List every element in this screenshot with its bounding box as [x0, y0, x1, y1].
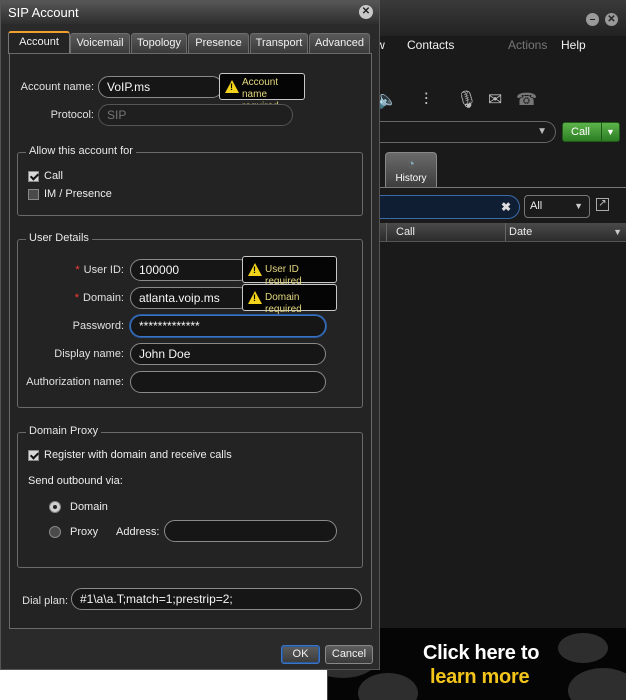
- user-id-input[interactable]: [130, 259, 250, 281]
- microphone-icon[interactable]: 🎙: [456, 90, 478, 110]
- tab-topology[interactable]: Topology: [131, 33, 187, 53]
- register-checkbox-label: Register with domain and receive calls: [44, 449, 232, 461]
- proxy-radio[interactable]: [49, 526, 61, 538]
- user-id-label: * User ID:: [18, 264, 124, 276]
- tab-history-label: History: [395, 173, 427, 184]
- display-name-input[interactable]: [130, 343, 326, 365]
- dial-plan-input[interactable]: [71, 588, 362, 610]
- menu-item-contacts[interactable]: Contacts: [407, 38, 454, 52]
- history-icon: ◔: [407, 156, 415, 171]
- banner-line-1: Click here to: [423, 642, 540, 664]
- tab-account[interactable]: Account: [8, 31, 70, 54]
- register-checkbox[interactable]: [28, 450, 39, 461]
- dialog-titlebar: SIP Account ✕: [1, 1, 379, 24]
- close-icon[interactable]: ✕: [359, 5, 373, 19]
- tab-voicemail[interactable]: Voicemail: [70, 33, 130, 53]
- warning-icon: !: [248, 262, 262, 276]
- cancel-button[interactable]: Cancel: [325, 645, 373, 664]
- warning-icon: !: [225, 79, 239, 93]
- warning-icon: !: [248, 290, 262, 304]
- address-input[interactable]: [164, 520, 337, 542]
- sort-down-icon[interactable]: ▼: [613, 227, 622, 237]
- call-button-label: Call: [571, 126, 590, 138]
- chevron-down-icon[interactable]: ▼: [537, 126, 547, 137]
- minimize-icon[interactable]: –: [586, 13, 599, 26]
- sip-account-dialog: SIP Account ✕ Account Voicemail Topology…: [0, 0, 380, 670]
- domain-tip-text: Domain required: [265, 292, 302, 315]
- domain-radio[interactable]: [49, 501, 61, 513]
- column-date[interactable]: Date: [509, 226, 532, 238]
- column-divider: [505, 223, 506, 241]
- column-call[interactable]: Call: [396, 226, 415, 238]
- close-icon[interactable]: ✕: [605, 13, 618, 26]
- dialog-title: SIP Account: [8, 5, 79, 20]
- user-details-title: User Details: [26, 232, 92, 244]
- decor-blob: [558, 633, 608, 663]
- authorization-name-label: Authorization name:: [26, 376, 124, 388]
- banner-line-2: learn more: [430, 666, 530, 688]
- domain-proxy-title: Domain Proxy: [26, 425, 102, 437]
- allow-account-group: Allow this account for Call IM / Presenc…: [17, 145, 363, 216]
- column-divider: [386, 223, 387, 241]
- dial-plan-label: Dial plan:: [22, 595, 68, 607]
- chevron-down-icon: ▼: [574, 201, 583, 211]
- tab-presence[interactable]: Presence: [188, 33, 249, 53]
- call-dropdown-icon[interactable]: ▼: [601, 123, 619, 141]
- address-label: Address:: [116, 526, 160, 538]
- history-filter-value: All: [530, 200, 543, 212]
- menu-item-help[interactable]: Help: [561, 38, 586, 52]
- transfer-icon[interactable]: ☎: [516, 90, 537, 110]
- send-outbound-label: Send outbound via:: [28, 475, 123, 487]
- password-label: Password:: [72, 320, 124, 332]
- account-name-label: Account name:: [20, 81, 94, 93]
- domain-input[interactable]: [130, 287, 250, 309]
- authorization-name-input[interactable]: [130, 371, 326, 393]
- tab-advanced[interactable]: Advanced: [309, 33, 370, 53]
- call-button[interactable]: Call ▼: [562, 122, 620, 142]
- domain-proxy-group: Domain Proxy Register with domain and re…: [17, 425, 363, 568]
- user-details-group: User Details *User ID: ! User ID require…: [17, 232, 363, 408]
- account-name-tooltip: ! Account name required: [219, 73, 305, 112]
- popout-icon[interactable]: ↗: [596, 198, 609, 211]
- display-name-label: Display name:: [54, 348, 124, 360]
- domain-tooltip: ! Domain required: [242, 284, 337, 315]
- im-presence-checkbox[interactable]: [28, 189, 39, 200]
- account-panel: Account name: ! Account name required Pr…: [9, 53, 372, 629]
- required-marker: *: [74, 292, 80, 304]
- protocol-input: [98, 104, 293, 126]
- account-name-input[interactable]: [98, 76, 223, 98]
- history-filter-select[interactable]: All ▼: [524, 195, 590, 218]
- ok-button[interactable]: OK: [281, 645, 320, 664]
- clear-icon[interactable]: ✖: [501, 200, 511, 214]
- menu-item-actions[interactable]: Actions: [508, 38, 547, 52]
- allow-account-title: Allow this account for: [26, 145, 136, 157]
- protocol-label: Protocol:: [50, 109, 94, 121]
- domain-label-text: Domain:: [83, 292, 124, 304]
- domain-label: * Domain:: [18, 292, 124, 304]
- user-id-label-text: User ID:: [83, 264, 124, 276]
- dialog-tabs: Account Voicemail Topology Presence Tran…: [8, 31, 373, 54]
- decor-blob: [358, 673, 418, 700]
- proxy-radio-label: Proxy: [70, 526, 99, 538]
- equalizer-icon[interactable]: ⫶: [424, 90, 428, 110]
- password-input[interactable]: [130, 315, 326, 337]
- call-checkbox[interactable]: [28, 171, 39, 182]
- call-checkbox-label: Call: [44, 170, 63, 182]
- tab-transport[interactable]: Transport: [250, 33, 308, 53]
- im-presence-checkbox-label: IM / Presence: [44, 188, 112, 200]
- required-marker: *: [75, 264, 80, 276]
- user-id-tooltip: ! User ID required: [242, 256, 337, 287]
- decor-blob: [568, 668, 626, 700]
- mail-icon[interactable]: ✉: [488, 90, 502, 110]
- tab-history[interactable]: ◔ History: [385, 152, 437, 188]
- domain-radio-label: Domain: [70, 501, 108, 513]
